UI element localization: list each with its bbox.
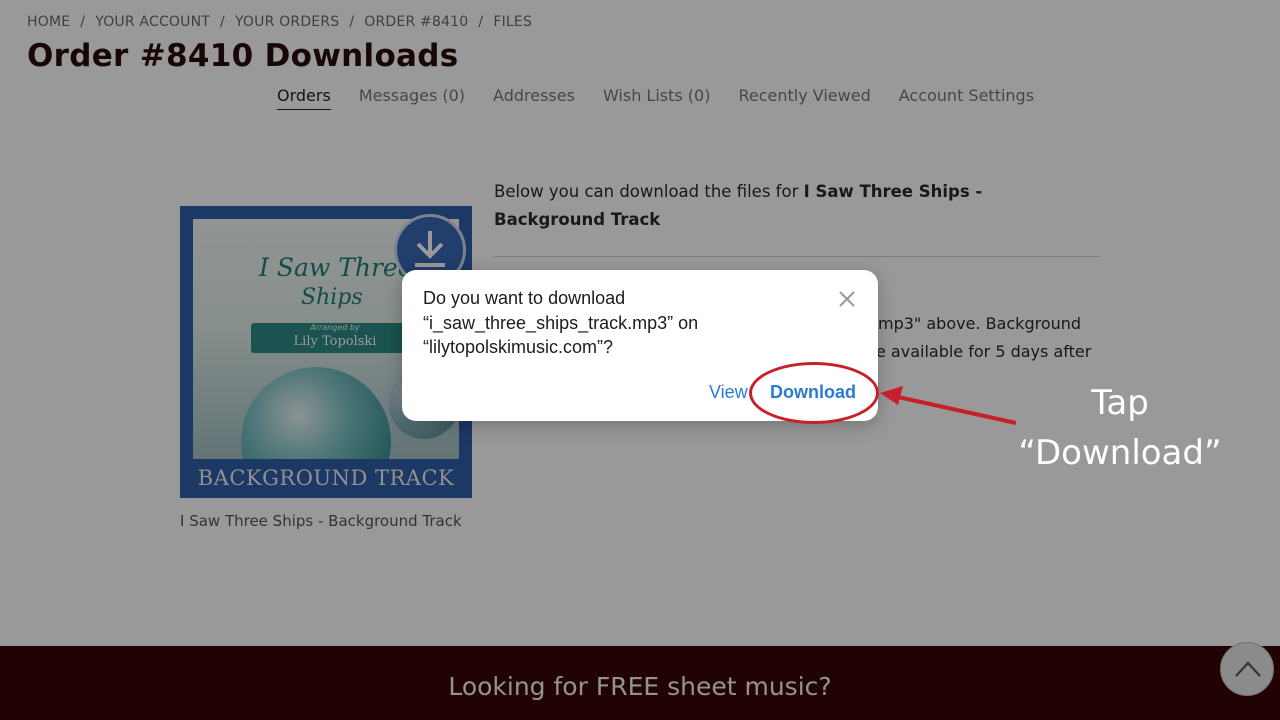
view-button[interactable]: View — [709, 382, 748, 403]
annotation-line1: Tap — [1091, 383, 1149, 423]
highlight-ring — [749, 362, 879, 424]
close-icon[interactable] — [836, 288, 858, 310]
annotation-instruction: Tap “Download” — [1010, 378, 1230, 478]
annotation-line2: “Download” — [1018, 433, 1222, 473]
dialog-message: Do you want to download “i_saw_three_shi… — [423, 288, 699, 357]
